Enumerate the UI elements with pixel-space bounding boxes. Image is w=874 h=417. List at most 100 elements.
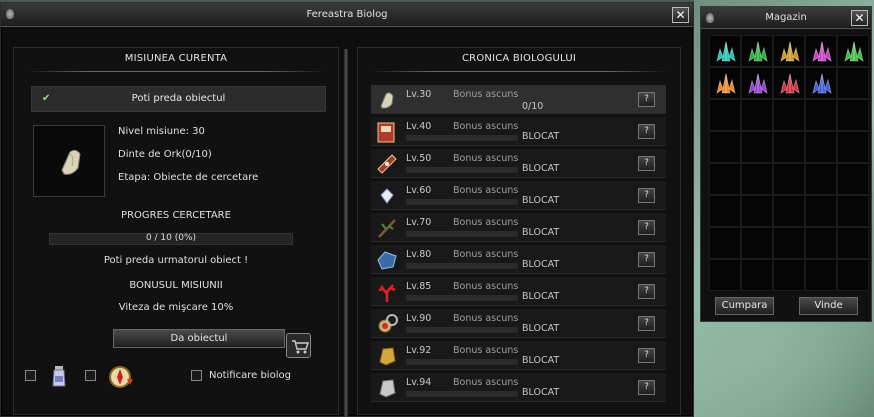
shop-slot[interactable] <box>741 259 773 291</box>
shop-slot[interactable] <box>837 35 869 67</box>
chronicle-row[interactable]: Lv.60 Bonus ascuns BLOCAT? <box>371 181 666 210</box>
chronicle-row[interactable]: Lv.92 Bonus ascuns BLOCAT? <box>371 341 666 370</box>
chronicle-bar <box>406 359 518 365</box>
shop-slot[interactable] <box>837 163 869 195</box>
use-scroll-checkbox[interactable] <box>85 370 96 381</box>
shop-slot[interactable] <box>773 163 805 195</box>
biolog-titlebar[interactable]: Fereastra Biolog <box>1 3 693 27</box>
chronicle-level: Lv.40 <box>406 121 432 132</box>
chronicle-help-button[interactable]: ? <box>638 124 655 139</box>
biolog-title: Fereastra Biolog <box>306 9 388 20</box>
chronicle-bar <box>406 135 518 141</box>
amulet-icon <box>378 314 398 333</box>
shop-slot[interactable] <box>805 259 837 291</box>
chronicle-bar <box>406 167 518 173</box>
chronicle-bonus: Bonus ascuns <box>453 313 519 324</box>
notify-checkbox[interactable] <box>191 370 202 381</box>
biolog-close-button[interactable]: ✕ <box>672 7 689 23</box>
research-progress-bar: 0 / 10 (0%) <box>49 233 293 245</box>
shop-slot[interactable] <box>805 195 837 227</box>
shop-slot[interactable] <box>709 35 741 67</box>
chronicle-help-button[interactable]: ? <box>638 188 655 203</box>
shop-slot[interactable] <box>741 67 773 99</box>
shop-title: Magazin <box>765 12 807 23</box>
shop-slot[interactable] <box>773 35 805 67</box>
chronicle-row[interactable]: Lv.50 Bonus ascuns BLOCAT? <box>371 149 666 178</box>
shop-slot[interactable] <box>709 227 741 259</box>
buy-button[interactable]: Cumpara <box>715 297 774 315</box>
shop-slot[interactable] <box>709 259 741 291</box>
shop-slot[interactable] <box>805 67 837 99</box>
chronicle-row[interactable]: Lv.85 Bonus ascuns BLOCAT? <box>371 277 666 306</box>
shop-slot[interactable] <box>741 131 773 163</box>
sell-button[interactable]: Vinde <box>799 297 858 315</box>
shop-slot[interactable] <box>741 99 773 131</box>
chronicle-bonus: Bonus ascuns <box>453 121 519 132</box>
shop-slot[interactable] <box>837 99 869 131</box>
chronicle-level: Lv.30 <box>406 89 432 100</box>
chronicle-help-button[interactable]: ? <box>638 156 655 171</box>
chronicle-row[interactable]: Lv.94 Bonus ascuns BLOCAT? <box>371 373 666 402</box>
chronicle-help-button[interactable]: ? <box>638 92 655 107</box>
shop-slot[interactable] <box>709 195 741 227</box>
chronicle-bar <box>406 327 518 333</box>
shop-slot[interactable] <box>709 99 741 131</box>
shop-slot[interactable] <box>837 131 869 163</box>
chronicle-row[interactable]: Lv.90 Bonus ascuns BLOCAT? <box>371 309 666 338</box>
shop-slot[interactable] <box>837 227 869 259</box>
chronicle-row[interactable]: Lv.40 Bonus ascuns BLOCAT? <box>371 117 666 146</box>
shop-titlebar[interactable]: Magazin <box>701 7 871 29</box>
give-item-button[interactable]: Da obiectul <box>113 329 285 348</box>
shop-slot[interactable] <box>773 259 805 291</box>
shop-slot[interactable] <box>773 227 805 259</box>
shop-slot[interactable] <box>773 131 805 163</box>
mission-level: Nivel misiune: 30 <box>118 126 205 137</box>
shop-slot[interactable] <box>741 227 773 259</box>
chronicle-help-button[interactable]: ? <box>638 348 655 363</box>
chronicle-help-button[interactable]: ? <box>638 252 655 267</box>
chronicle-help-button[interactable]: ? <box>638 316 655 331</box>
crystal-icon <box>812 41 832 62</box>
shop-slot[interactable] <box>805 227 837 259</box>
crystal-icon <box>844 41 864 62</box>
mission-bonus-header: BONUSUL MISIUNII <box>129 280 223 291</box>
shop-slot[interactable] <box>805 163 837 195</box>
shop-slot[interactable] <box>773 195 805 227</box>
deliver-status-row: ✔ Poti preda obiectul <box>31 86 326 112</box>
pin-icon <box>6 9 14 19</box>
shop-slot[interactable] <box>805 131 837 163</box>
mission-item-slot[interactable] <box>33 125 105 197</box>
shop-slot[interactable] <box>805 35 837 67</box>
shop-slot[interactable] <box>741 35 773 67</box>
chronicle-row[interactable]: Lv.80 Bonus ascuns BLOCAT? <box>371 245 666 274</box>
chronicle-help-button[interactable]: ? <box>638 220 655 235</box>
mission-bonus-text: Viteza de mişcare 10% <box>118 302 234 313</box>
chronicle-help-button[interactable]: ? <box>638 284 655 299</box>
shop-slot[interactable] <box>709 163 741 195</box>
crystal-icon <box>748 41 768 62</box>
use-potion-checkbox[interactable] <box>25 370 36 381</box>
shop-slot[interactable] <box>741 195 773 227</box>
chronicle-level: Lv.70 <box>406 217 432 228</box>
shop-slot[interactable] <box>805 99 837 131</box>
shop-slot[interactable] <box>709 131 741 163</box>
shop-slot[interactable] <box>773 67 805 99</box>
silver-stone-icon <box>379 379 396 398</box>
chronicle-row[interactable]: Lv.30 Bonus ascuns 0/10? <box>371 85 666 114</box>
shop-slot[interactable] <box>709 67 741 99</box>
chronicle-header: CRONICA BIOLOGULUI <box>358 48 680 72</box>
gold-stone-icon <box>379 347 396 366</box>
shop-slot[interactable] <box>741 163 773 195</box>
shop-slot[interactable] <box>837 195 869 227</box>
shop-slot[interactable] <box>837 67 869 99</box>
shop-slot[interactable] <box>773 99 805 131</box>
chronicle-status: BLOCAT <box>522 163 560 174</box>
shop-close-button[interactable]: ✕ <box>851 10 868 26</box>
chronicle-help-button[interactable]: ? <box>638 380 655 395</box>
shop-cart-button[interactable] <box>286 333 311 358</box>
chronicle-bonus: Bonus ascuns <box>453 217 519 228</box>
chronicle-status: BLOCAT <box>522 387 560 398</box>
chronicle-row[interactable]: Lv.70 Bonus ascuns BLOCAT? <box>371 213 666 242</box>
shop-slot[interactable] <box>837 259 869 291</box>
chronicle-level: Lv.50 <box>406 153 432 164</box>
